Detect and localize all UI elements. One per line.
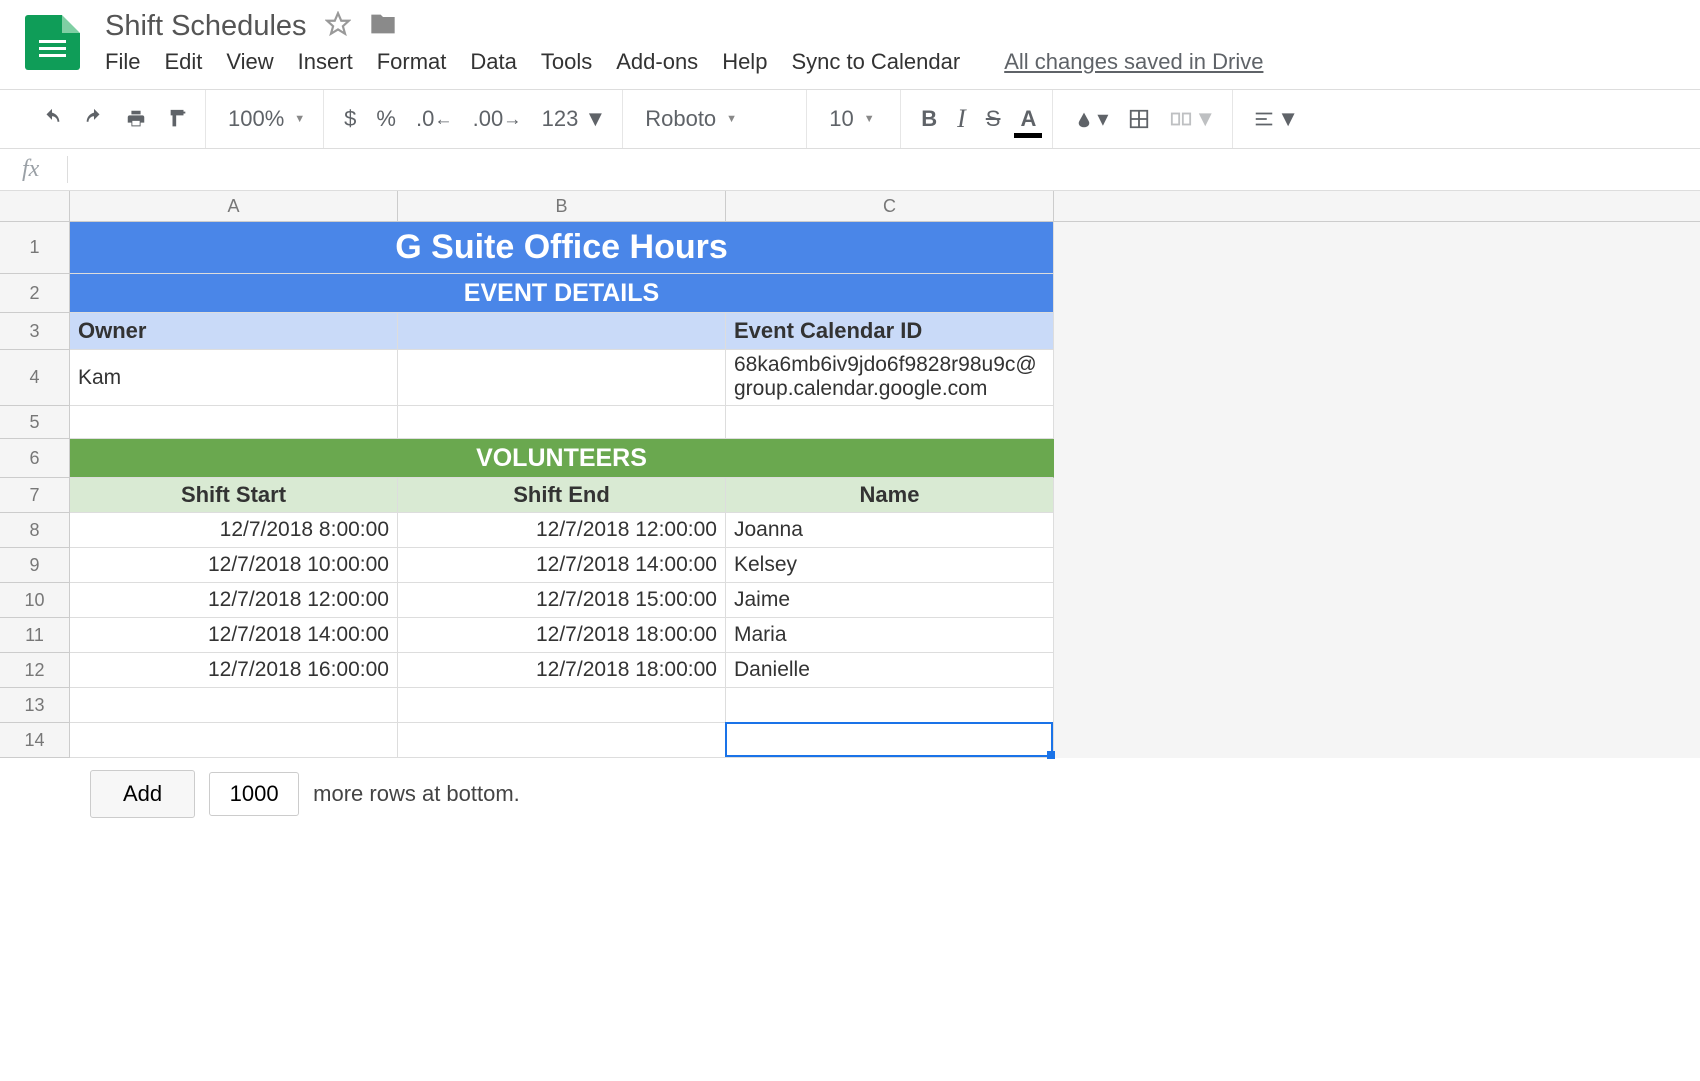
merge-cells-icon[interactable]: ▼ <box>1164 102 1222 136</box>
menu-file[interactable]: File <box>105 49 140 75</box>
add-rows-count-input[interactable] <box>209 772 299 816</box>
cell-3-C[interactable]: Event Calendar ID <box>726 313 1054 350</box>
cell-13-A[interactable] <box>70 688 398 723</box>
menu-sync[interactable]: Sync to Calendar <box>791 49 960 75</box>
cell-9-C[interactable]: Kelsey <box>726 548 1054 583</box>
cell-6-merged[interactable]: VOLUNTEERS <box>70 439 1054 478</box>
row-header-7[interactable]: 7 <box>0 478 70 513</box>
cell-4-C[interactable]: 68ka6mb6iv9jdo6f9828r98u9c@group.calenda… <box>726 350 1054 406</box>
row-header-6[interactable]: 6 <box>0 439 70 478</box>
cell-3-A[interactable]: Owner <box>70 313 398 350</box>
toolbar: 100%▼ $ % .0← .00→ 123 ▼ Roboto▼ 10▼ B I… <box>0 89 1700 149</box>
undo-icon[interactable] <box>35 104 69 134</box>
menu-addons[interactable]: Add-ons <box>616 49 698 75</box>
row-header-11[interactable]: 11 <box>0 618 70 653</box>
cell-7-A[interactable]: Shift Start <box>70 478 398 513</box>
row-header-1[interactable]: 1 <box>0 222 70 274</box>
text-color-icon[interactable]: A <box>1014 102 1042 136</box>
align-icon[interactable]: ▼ <box>1247 102 1305 136</box>
column-header-B[interactable]: B <box>398 191 726 222</box>
cell-13-B[interactable] <box>398 688 726 723</box>
cell-5-C[interactable] <box>726 406 1054 439</box>
print-icon[interactable] <box>119 104 153 134</box>
sheets-logo[interactable] <box>25 15 80 70</box>
currency-icon[interactable]: $ <box>338 102 362 136</box>
number-format-select[interactable]: 123 ▼ <box>536 102 613 136</box>
cell-1-merged[interactable]: G Suite Office Hours <box>70 222 1054 274</box>
row-header-2[interactable]: 2 <box>0 274 70 313</box>
menu-tools[interactable]: Tools <box>541 49 592 75</box>
menu-data[interactable]: Data <box>470 49 516 75</box>
borders-icon[interactable] <box>1122 104 1156 134</box>
cell-10-A[interactable]: 12/7/2018 12:00:00 <box>70 583 398 618</box>
row-header-14[interactable]: 14 <box>0 723 70 758</box>
percent-icon[interactable]: % <box>370 102 402 136</box>
menu-insert[interactable]: Insert <box>298 49 353 75</box>
decrease-decimal-icon[interactable]: .0← <box>410 102 459 136</box>
cell-7-B[interactable]: Shift End <box>398 478 726 513</box>
column-header-A[interactable]: A <box>70 191 398 222</box>
row-header-9[interactable]: 9 <box>0 548 70 583</box>
column-header-C[interactable]: C <box>726 191 1054 222</box>
menu-edit[interactable]: Edit <box>164 49 202 75</box>
row-header-8[interactable]: 8 <box>0 513 70 548</box>
row-header-10[interactable]: 10 <box>0 583 70 618</box>
font-size-select[interactable]: 10▼ <box>811 90 901 148</box>
cell-8-B[interactable]: 12/7/2018 12:00:00 <box>398 513 726 548</box>
menu-format[interactable]: Format <box>377 49 447 75</box>
cell-4-B[interactable] <box>398 350 726 406</box>
fx-icon: fx <box>22 156 68 183</box>
cell-11-A[interactable]: 12/7/2018 14:00:00 <box>70 618 398 653</box>
paint-format-icon[interactable] <box>161 104 195 134</box>
cell-10-B[interactable]: 12/7/2018 15:00:00 <box>398 583 726 618</box>
cell-11-B[interactable]: 12/7/2018 18:00:00 <box>398 618 726 653</box>
cell-10-C[interactable]: Jaime <box>726 583 1054 618</box>
redo-icon[interactable] <box>77 104 111 134</box>
cell-8-A[interactable]: 12/7/2018 8:00:00 <box>70 513 398 548</box>
italic-icon[interactable]: I <box>951 100 972 138</box>
row-header-5[interactable]: 5 <box>0 406 70 439</box>
cell-13-C[interactable] <box>726 688 1054 723</box>
cell-12-B[interactable]: 12/7/2018 18:00:00 <box>398 653 726 688</box>
cell-14-C[interactable] <box>726 723 1054 758</box>
star-icon[interactable] <box>325 11 351 42</box>
menu-bar: File Edit View Insert Format Data Tools … <box>105 49 1675 75</box>
add-rows-button[interactable]: Add <box>90 770 195 818</box>
bold-icon[interactable]: B <box>915 102 943 136</box>
font-select[interactable]: Roboto▼ <box>627 90 807 148</box>
save-status: All changes saved in Drive <box>1004 49 1263 75</box>
select-all-corner[interactable] <box>0 191 70 222</box>
fill-color-icon[interactable]: ▾ <box>1067 102 1114 136</box>
add-rows-suffix: more rows at bottom. <box>313 781 520 807</box>
cell-8-C[interactable]: Joanna <box>726 513 1054 548</box>
menu-help[interactable]: Help <box>722 49 767 75</box>
cell-5-B[interactable] <box>398 406 726 439</box>
cell-4-A[interactable]: Kam <box>70 350 398 406</box>
folder-icon[interactable] <box>369 10 397 43</box>
cell-12-A[interactable]: 12/7/2018 16:00:00 <box>70 653 398 688</box>
cell-12-C[interactable]: Danielle <box>726 653 1054 688</box>
row-header-4[interactable]: 4 <box>0 350 70 406</box>
increase-decimal-icon[interactable]: .00→ <box>467 102 528 136</box>
document-title[interactable]: Shift Schedules <box>105 10 307 43</box>
menu-view[interactable]: View <box>226 49 273 75</box>
cell-3-B[interactable] <box>398 313 726 350</box>
row-header-13[interactable]: 13 <box>0 688 70 723</box>
cell-2-merged[interactable]: EVENT DETAILS <box>70 274 1054 313</box>
cell-11-C[interactable]: Maria <box>726 618 1054 653</box>
cell-9-B[interactable]: 12/7/2018 14:00:00 <box>398 548 726 583</box>
cell-14-B[interactable] <box>398 723 726 758</box>
row-header-3[interactable]: 3 <box>0 313 70 350</box>
zoom-select[interactable]: 100%▼ <box>210 90 324 148</box>
cell-9-A[interactable]: 12/7/2018 10:00:00 <box>70 548 398 583</box>
cell-7-C[interactable]: Name <box>726 478 1054 513</box>
row-header-12[interactable]: 12 <box>0 653 70 688</box>
cell-5-A[interactable] <box>70 406 398 439</box>
cell-14-A[interactable] <box>70 723 398 758</box>
strikethrough-icon[interactable]: S <box>980 102 1007 136</box>
formula-input[interactable] <box>68 149 1700 190</box>
